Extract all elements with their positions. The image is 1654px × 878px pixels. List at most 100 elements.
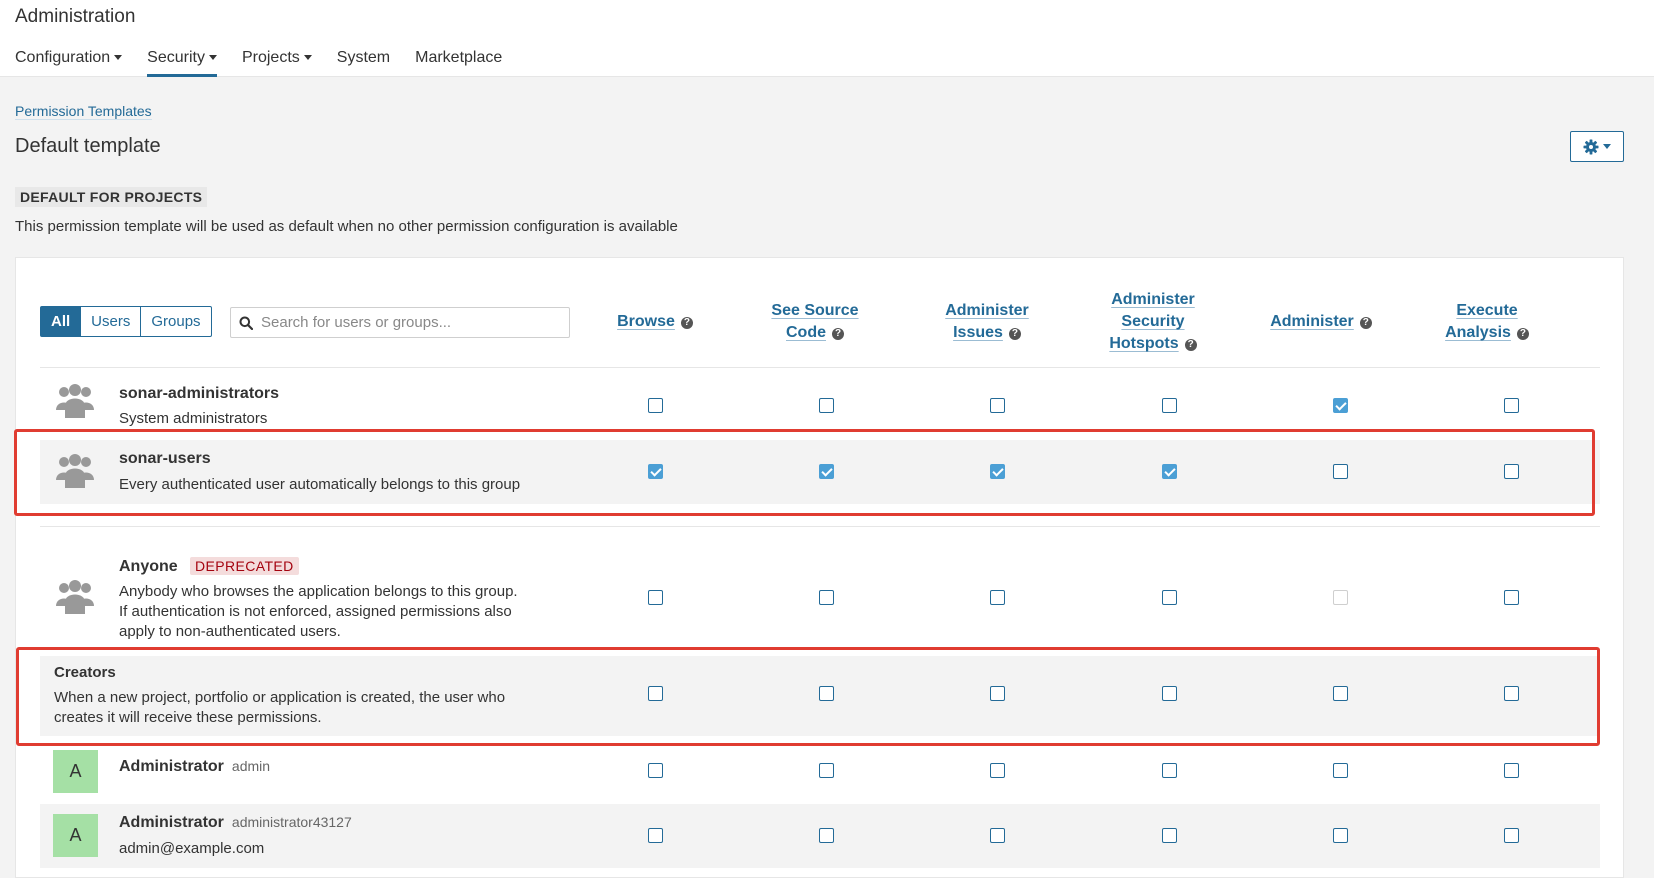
group-name: sonar-administrators <box>119 385 280 402</box>
nav-system[interactable]: System <box>337 49 390 77</box>
permission-checkbox[interactable] <box>819 398 834 413</box>
avatar: A <box>53 814 98 857</box>
permission-checkbox[interactable] <box>1504 686 1519 701</box>
column-administer[interactable]: Administer? <box>1246 311 1396 333</box>
help-icon[interactable]: ? <box>832 328 844 340</box>
permission-checkbox[interactable] <box>1504 828 1519 843</box>
template-actions-button[interactable] <box>1570 131 1624 162</box>
default-for-projects-badge: DEFAULT FOR PROJECTS <box>15 187 208 207</box>
permission-checkbox[interactable] <box>1162 828 1177 843</box>
column-label[interactable]: Hotspots <box>1109 335 1178 352</box>
permission-checkbox[interactable] <box>1333 398 1348 413</box>
column-label[interactable]: See Source <box>771 302 858 319</box>
nav-projects[interactable]: Projects <box>242 49 312 77</box>
column-administer-issues[interactable]: Administer Issues? <box>912 300 1062 344</box>
permission-checkbox[interactable] <box>1162 590 1177 605</box>
group-icon <box>56 454 94 488</box>
permission-checkbox[interactable] <box>1333 686 1348 701</box>
permission-checkbox[interactable] <box>648 398 663 413</box>
permission-checkbox[interactable] <box>990 686 1005 701</box>
permission-checkbox[interactable] <box>1333 464 1348 479</box>
permission-checkbox[interactable] <box>990 398 1005 413</box>
table-row: Creators When a new project, portfolio o… <box>40 656 1600 736</box>
section-divider <box>40 526 1600 527</box>
filter-users-button[interactable]: Users <box>80 306 142 337</box>
table-row: A Administrator administrator43127 admin@… <box>40 804 1600 868</box>
permission-checkbox[interactable] <box>1162 464 1177 479</box>
user-login: admin <box>231 758 271 774</box>
column-label[interactable]: Administer <box>945 302 1029 319</box>
permission-checkbox[interactable] <box>1162 686 1177 701</box>
help-icon[interactable]: ? <box>1516 328 1529 340</box>
permission-checkbox[interactable] <box>1162 763 1177 778</box>
column-see-source-code[interactable]: See Source Code? <box>740 300 890 344</box>
permission-checkbox[interactable] <box>990 590 1005 605</box>
group-description: System administrators <box>119 410 268 427</box>
admin-title: Administration <box>15 6 136 27</box>
user-name: Administrator admin <box>119 758 270 776</box>
help-icon[interactable]: ? <box>1184 339 1197 351</box>
user-name: Administrator administrator43127 <box>119 814 352 832</box>
search-input[interactable] <box>261 314 561 331</box>
group-description-line: apply to non-authenticated users. <box>119 623 341 640</box>
search-icon <box>239 316 253 330</box>
column-label[interactable]: Issues <box>953 324 1003 341</box>
permission-checkbox[interactable] <box>1504 464 1519 479</box>
nav-label: Security <box>147 49 205 66</box>
permission-checkbox[interactable] <box>648 828 663 843</box>
permission-checkbox[interactable] <box>648 590 663 605</box>
creators-name: Creators <box>54 664 116 681</box>
permission-checkbox[interactable] <box>1504 763 1519 778</box>
permission-checkbox[interactable] <box>819 686 834 701</box>
permission-checkbox[interactable] <box>1333 763 1348 778</box>
group-name: Anyone <box>119 558 178 575</box>
permission-checkbox[interactable] <box>990 464 1005 479</box>
permission-checkbox[interactable] <box>648 763 663 778</box>
nav-configuration[interactable]: Configuration <box>15 49 123 77</box>
permission-checkbox[interactable] <box>990 763 1005 778</box>
user-display-name: Administrator <box>119 814 224 831</box>
column-label[interactable]: Browse <box>617 313 675 330</box>
filter-groups-button[interactable]: Groups <box>140 306 212 337</box>
permission-checkbox[interactable] <box>648 464 663 479</box>
permission-checkbox[interactable] <box>819 828 834 843</box>
nav-label: Marketplace <box>415 49 503 66</box>
nav-label: Projects <box>241 49 300 66</box>
column-label[interactable]: Administer <box>1111 291 1195 308</box>
help-icon[interactable]: ? <box>1008 328 1021 340</box>
creators-description-line: When a new project, portfolio or applica… <box>54 689 506 706</box>
permission-checkbox[interactable] <box>1162 398 1177 413</box>
column-browse[interactable]: Browse? <box>580 311 730 333</box>
breadcrumb-permission-templates[interactable]: Permission Templates <box>15 103 152 120</box>
table-row: sonar-administrators System administrato… <box>40 368 1600 430</box>
permission-checkbox-disabled <box>1333 590 1348 605</box>
search-box <box>230 307 570 338</box>
permission-checkbox[interactable] <box>1504 590 1519 605</box>
deprecated-badge: DEPRECATED <box>190 557 299 575</box>
user-display-name: Administrator <box>119 758 224 775</box>
chevron-down-icon <box>1603 144 1611 149</box>
nav-label: Configuration <box>15 49 111 66</box>
permission-checkbox[interactable] <box>1333 828 1348 843</box>
column-label[interactable]: Analysis <box>1445 324 1511 341</box>
column-execute-analysis[interactable]: Execute Analysis? <box>1412 300 1562 344</box>
permission-checkbox[interactable] <box>819 464 834 479</box>
column-label[interactable]: Security <box>1121 313 1184 330</box>
permission-checkbox[interactable] <box>648 686 663 701</box>
nav-marketplace[interactable]: Marketplace <box>415 49 502 77</box>
column-label[interactable]: Execute <box>1456 302 1517 319</box>
permission-checkbox[interactable] <box>819 763 834 778</box>
nav-security[interactable]: Security <box>147 49 217 77</box>
permission-checkbox[interactable] <box>990 828 1005 843</box>
top-bar: Administration Configuration Security Pr… <box>0 0 1654 77</box>
filter-all-button[interactable]: All <box>40 306 82 337</box>
column-label[interactable]: Administer <box>1270 313 1354 330</box>
permission-checkbox[interactable] <box>1504 398 1519 413</box>
column-administer-security-hotspots[interactable]: Administer Security Hotspots? <box>1078 289 1228 355</box>
column-label[interactable]: Code <box>786 324 826 341</box>
chevron-down-icon <box>208 55 217 61</box>
help-icon[interactable]: ? <box>680 317 693 329</box>
permission-checkbox[interactable] <box>819 590 834 605</box>
admin-nav: Configuration Security Projects System M… <box>15 49 527 77</box>
help-icon[interactable]: ? <box>1359 317 1372 329</box>
